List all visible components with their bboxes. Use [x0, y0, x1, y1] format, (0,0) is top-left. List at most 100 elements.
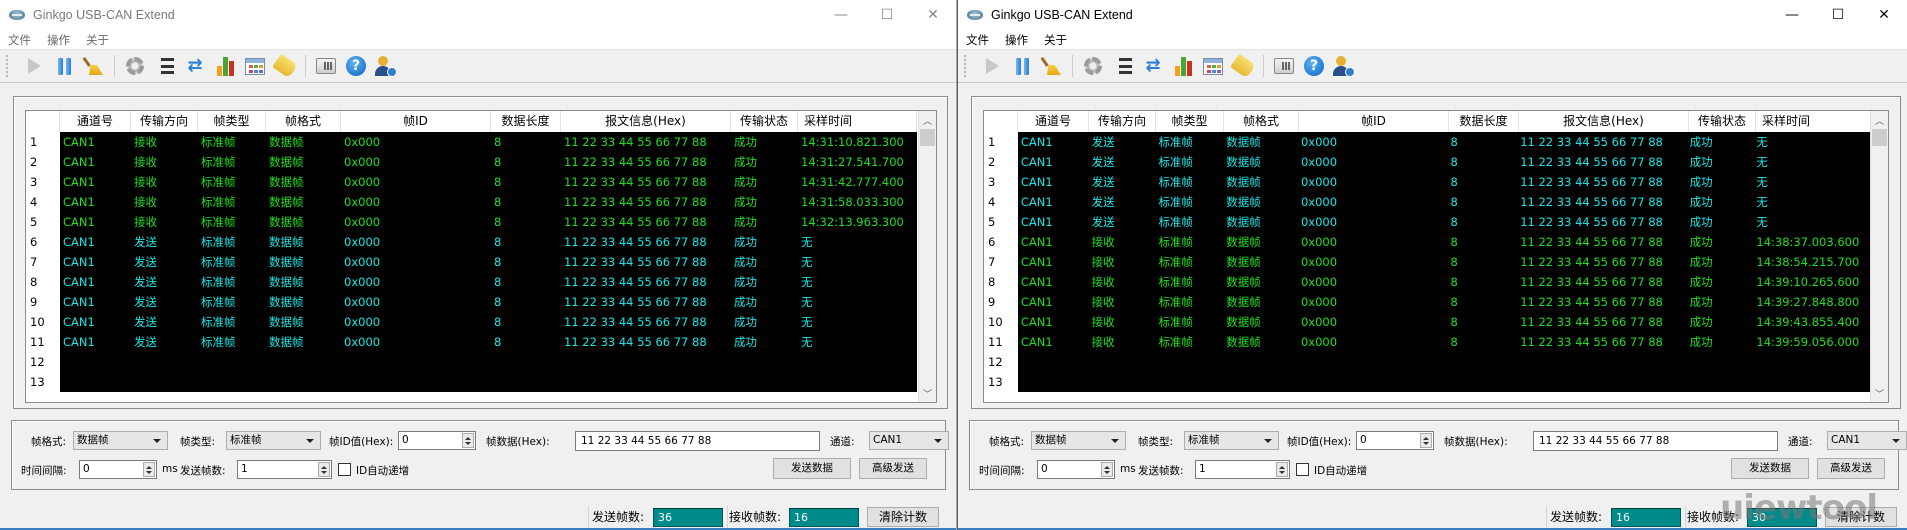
frame-data-input[interactable]: 11 22 33 44 55 66 77 88: [575, 431, 820, 451]
clear-button[interactable]: [1041, 55, 1063, 77]
spin-buttons[interactable]: [1276, 462, 1288, 477]
menu-operation[interactable]: 操作: [1005, 32, 1028, 48]
vertical-scrollbar[interactable]: ︿ ﹀: [918, 111, 936, 402]
channel-select[interactable]: CAN1: [1827, 431, 1907, 450]
table-row[interactable]: 13: [26, 372, 918, 392]
phone-button[interactable]: [315, 55, 337, 77]
send-data-button[interactable]: 发送数据: [1731, 458, 1809, 479]
pause-button[interactable]: [1011, 55, 1033, 77]
send-count-spinbox[interactable]: 1: [1195, 460, 1290, 479]
settings-button[interactable]: [1082, 55, 1104, 77]
table-row[interactable]: 10 CAN1 发送 标准帧 数据帧 0x000 8 11 22 33 44 55 66 77…: [26, 312, 918, 332]
table-row[interactable]: 2 CAN1 接收 标准帧 数据帧 0x000 8 11 22 33 44 55 66 77 …: [26, 152, 918, 172]
start-button[interactable]: [23, 55, 45, 77]
help-button[interactable]: ?: [345, 55, 367, 77]
column-header[interactable]: 传输状态: [1689, 111, 1756, 132]
column-header[interactable]: 帧格式: [266, 111, 341, 132]
menu-file[interactable]: 文件: [8, 32, 31, 48]
scroll-up-icon[interactable]: ︿: [1871, 111, 1888, 129]
table-row[interactable]: 7 CAN1 接收 标准帧 数据帧 0x000 8 11 22 33 44 55 66 77 …: [984, 252, 1870, 272]
table-row[interactable]: 13: [984, 372, 1870, 392]
toolbar-grip[interactable]: [6, 55, 9, 77]
frame-format-select[interactable]: 数据帧: [73, 431, 168, 450]
send-count-spinbox[interactable]: 1: [237, 460, 332, 479]
frame-format-select[interactable]: 数据帧: [1031, 431, 1126, 450]
column-header[interactable]: 报文信息(Hex): [1519, 111, 1689, 132]
settings-button[interactable]: [124, 55, 146, 77]
maximize-button[interactable]: ☐: [864, 0, 910, 30]
frame-id-spinbox[interactable]: 0: [1356, 431, 1434, 450]
table-row[interactable]: 9 CAN1 接收 标准帧 数据帧 0x000 8 11 22 33 44 55 66 77 …: [984, 292, 1870, 312]
column-header[interactable]: 采样时间: [798, 111, 917, 132]
vertical-scrollbar[interactable]: ︿ ﹀: [1870, 111, 1888, 402]
table-row[interactable]: 5 CAN1 发送 标准帧 数据帧 0x000 8 11 22 33 44 55 66 77 …: [984, 212, 1870, 232]
tag-button[interactable]: [272, 53, 298, 79]
menu-operation[interactable]: 操作: [47, 32, 70, 48]
table-row[interactable]: 8 CAN1 接收 标准帧 数据帧 0x000 8 11 22 33 44 55 66 77 …: [984, 272, 1870, 292]
table-row[interactable]: 2 CAN1 发送 标准帧 数据帧 0x000 8 11 22 33 44 55 66 77 …: [984, 152, 1870, 172]
frame-id-spinbox[interactable]: 0: [398, 431, 476, 450]
frame-type-select[interactable]: 标准帧: [1184, 431, 1279, 450]
menu-about[interactable]: 关于: [1044, 32, 1067, 48]
table-row[interactable]: 6 CAN1 接收 标准帧 数据帧 0x000 8 11 22 33 44 55 66 77 …: [984, 232, 1870, 252]
table-row[interactable]: 4 CAN1 发送 标准帧 数据帧 0x000 8 11 22 33 44 55 66 77 …: [984, 192, 1870, 212]
table-row[interactable]: 12: [26, 352, 918, 372]
toolbar-grip[interactable]: [964, 55, 967, 77]
refresh-button[interactable]: ⇄: [1142, 55, 1164, 77]
column-header[interactable]: 传输状态: [731, 111, 798, 132]
tag-button[interactable]: [1230, 53, 1256, 79]
column-header[interactable]: 帧ID: [1299, 111, 1449, 132]
table-row[interactable]: 3 CAN1 发送 标准帧 数据帧 0x000 8 11 22 33 44 55 66 77 …: [984, 172, 1870, 192]
column-header[interactable]: 通道号: [1018, 111, 1089, 132]
refresh-button[interactable]: ⇄: [184, 55, 206, 77]
column-header[interactable]: 帧类型: [1156, 111, 1224, 132]
table-row[interactable]: 12: [984, 352, 1870, 372]
send-data-button[interactable]: 发送数据: [773, 458, 851, 479]
phone-button[interactable]: [1273, 55, 1295, 77]
column-header[interactable]: 帧格式: [1224, 111, 1299, 132]
table-row[interactable]: 8 CAN1 发送 标准帧 数据帧 0x000 8 11 22 33 44 55 66 77 …: [26, 272, 918, 292]
chart-button[interactable]: [214, 55, 236, 77]
clear-button[interactable]: [83, 55, 105, 77]
table-row[interactable]: 1 CAN1 接收 标准帧 数据帧 0x000 8 11 22 33 44 55 66 77 …: [26, 132, 918, 152]
column-header[interactable]: 帧ID: [341, 111, 491, 132]
spin-buttons[interactable]: [1101, 462, 1113, 477]
pause-button[interactable]: [53, 55, 75, 77]
advanced-send-button[interactable]: 高级发送: [1817, 458, 1885, 479]
table-row[interactable]: 9 CAN1 发送 标准帧 数据帧 0x000 8 11 22 33 44 55 66 77 …: [26, 292, 918, 312]
scroll-down-icon[interactable]: ﹀: [1871, 384, 1888, 402]
table-row[interactable]: 3 CAN1 接收 标准帧 数据帧 0x000 8 11 22 33 44 55 66 77 …: [26, 172, 918, 192]
list-button[interactable]: [154, 55, 176, 77]
user-info-button[interactable]: [1333, 55, 1355, 77]
interval-spinbox[interactable]: 0: [1037, 460, 1115, 479]
table-row[interactable]: 11 CAN1 发送 标准帧 数据帧 0x000 8 11 22 33 44 55 66 77…: [26, 332, 918, 352]
advanced-send-button[interactable]: 高级发送: [859, 458, 927, 479]
frame-type-select[interactable]: 标准帧: [226, 431, 321, 450]
menu-file[interactable]: 文件: [966, 32, 989, 48]
scroll-down-icon[interactable]: ﹀: [919, 384, 936, 402]
scroll-thumb[interactable]: [1872, 129, 1887, 146]
table-row[interactable]: 1 CAN1 发送 标准帧 数据帧 0x000 8 11 22 33 44 55 66 77 …: [984, 132, 1870, 152]
column-header[interactable]: 帧类型: [198, 111, 266, 132]
minimize-button[interactable]: —: [818, 0, 864, 30]
help-button[interactable]: ?: [1303, 55, 1325, 77]
menu-about[interactable]: 关于: [86, 32, 109, 48]
id-auto-increment-checkbox[interactable]: [1296, 463, 1309, 476]
column-header[interactable]: 采样时间: [1756, 111, 1873, 132]
column-header[interactable]: 数据长度: [1449, 111, 1519, 132]
table-row[interactable]: 7 CAN1 发送 标准帧 数据帧 0x000 8 11 22 33 44 55 66 77 …: [26, 252, 918, 272]
id-auto-increment-checkbox[interactable]: [338, 463, 351, 476]
table-row[interactable]: 5 CAN1 接收 标准帧 数据帧 0x000 8 11 22 33 44 55 66 77 …: [26, 212, 918, 232]
channel-select[interactable]: CAN1: [869, 431, 949, 450]
column-header[interactable]: 传输方向: [131, 111, 198, 132]
frame-data-input[interactable]: 11 22 33 44 55 66 77 88: [1533, 431, 1778, 451]
minimize-button[interactable]: —: [1769, 0, 1815, 30]
table-row[interactable]: 10 CAN1 接收 标准帧 数据帧 0x000 8 11 22 33 44 55 66 77…: [984, 312, 1870, 332]
column-header[interactable]: 通道号: [60, 111, 131, 132]
user-info-button[interactable]: [375, 55, 397, 77]
scroll-up-icon[interactable]: ︿: [919, 111, 936, 129]
chart-button[interactable]: [1172, 55, 1194, 77]
spin-buttons[interactable]: [318, 462, 330, 477]
calendar-button[interactable]: [244, 55, 266, 77]
scroll-thumb[interactable]: [920, 129, 935, 146]
